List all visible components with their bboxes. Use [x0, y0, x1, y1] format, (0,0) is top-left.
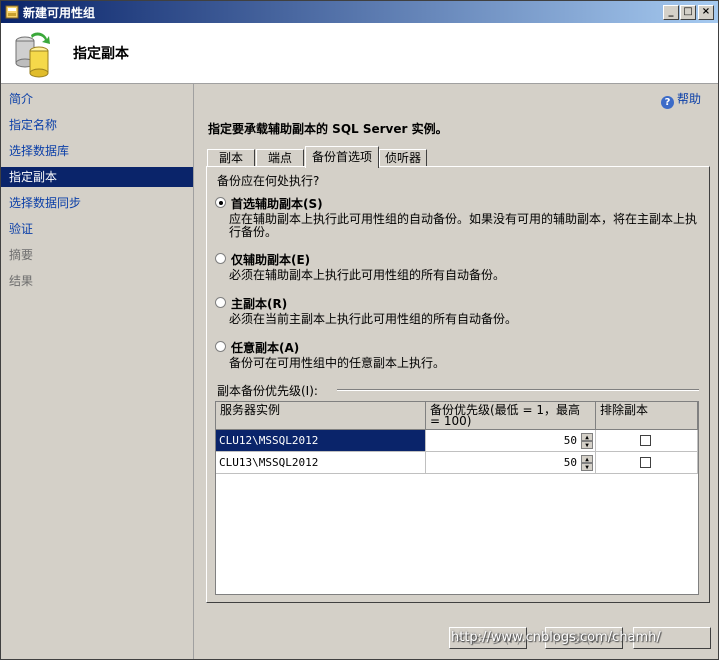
window-title: 新建可用性组 — [23, 6, 96, 20]
nav-item-data-sync[interactable]: 选择数据同步 — [1, 193, 193, 213]
instruction-text: 指定要承载辅助副本的 SQL Server 实例。 — [208, 122, 448, 136]
table-row[interactable]: CLU12\MSSQL2012 50 ▲ ▼ — [216, 430, 698, 452]
nav-item-summary: 摘要 — [9, 248, 34, 262]
priority-cell[interactable]: 50 ▲ ▼ — [426, 452, 596, 474]
app-icon — [5, 5, 19, 19]
nav-item-specify-replicas[interactable]: 指定副本 — [1, 167, 193, 187]
close-button[interactable]: × — [698, 5, 714, 20]
help-label: 帮助 — [677, 92, 702, 106]
column-header-exclude[interactable]: 排除副本 — [596, 402, 698, 430]
any-replica-desc: 备份可在可用性组中的任意副本上执行。 — [229, 356, 446, 370]
wizard-window: 新建可用性组 _ □ × 指定副本 简介 指定名称 选择数据库 指定副本 选择数… — [0, 0, 719, 660]
exclude-checkbox[interactable] — [640, 457, 651, 468]
primary-desc: 必须在当前主副本上执行此可用性组的所有自动备份。 — [229, 312, 518, 326]
wizard-banner: 指定副本 — [1, 23, 718, 84]
help-icon: ? — [661, 96, 674, 109]
secondary-only-radio[interactable] — [215, 253, 226, 264]
tab-replicas[interactable]: 副本 — [207, 149, 255, 167]
page-title: 指定副本 — [73, 46, 129, 62]
table-row[interactable]: CLU13\MSSQL2012 50 ▲ ▼ — [216, 452, 698, 474]
priority-value: 50 — [563, 434, 577, 447]
exclude-checkbox[interactable] — [640, 435, 651, 446]
column-header-instance[interactable]: 服务器实例 — [216, 402, 426, 430]
prefer-secondary-desc: 应在辅助副本上执行此可用性组的自动备份。如果没有可用的辅助副本，将在主副本上执行… — [229, 212, 698, 239]
title-bar[interactable]: 新建可用性组 _ □ × — [1, 1, 718, 23]
exclude-cell — [596, 430, 698, 452]
priority-cell[interactable]: 50 ▲ ▼ — [426, 430, 596, 452]
priority-spinner[interactable]: ▲ ▼ — [581, 433, 593, 449]
backup-preferences-panel: 备份应在何处执行? 首选辅助副本(S) 应在辅助副本上执行此可用性组的自动备份。… — [206, 166, 710, 603]
section-divider — [337, 389, 699, 391]
nav-item-intro[interactable]: 简介 — [1, 89, 193, 109]
maximize-button[interactable]: □ — [680, 5, 696, 20]
replica-priority-grid[interactable]: 服务器实例 备份优先级(最低 = 1，最高 = 100) 排除副本 CLU12\… — [215, 401, 699, 595]
tab-backup-preferences[interactable]: 备份首选项 — [305, 146, 379, 168]
secondary-only-label: 仅辅助副本(E) — [231, 253, 311, 267]
priority-value: 50 — [563, 456, 577, 469]
watermark-text: http://www.cnblogs.com/chamh/ — [451, 630, 661, 645]
nav-item-specify-name[interactable]: 指定名称 — [1, 115, 193, 135]
nav-item-select-databases[interactable]: 选择数据库 — [1, 141, 193, 161]
minimize-button[interactable]: _ — [663, 5, 679, 20]
spin-down-icon[interactable]: ▼ — [581, 463, 593, 471]
priority-section-label: 副本备份优先级(I): — [217, 384, 318, 398]
tab-endpoints[interactable]: 端点 — [256, 149, 304, 167]
exclude-cell — [596, 452, 698, 474]
primary-radio[interactable] — [215, 297, 226, 308]
prefer-secondary-radio[interactable] — [215, 197, 226, 208]
column-header-priority[interactable]: 备份优先级(最低 = 1，最高 = 100) — [426, 402, 596, 430]
instance-cell[interactable]: CLU12\MSSQL2012 — [216, 430, 426, 452]
any-replica-label: 任意副本(A) — [231, 341, 300, 355]
instance-cell[interactable]: CLU13\MSSQL2012 — [216, 452, 426, 474]
database-icon — [15, 32, 50, 78]
priority-spinner[interactable]: ▲ ▼ — [581, 455, 593, 471]
backup-question: 备份应在何处执行? — [217, 174, 320, 188]
help-link[interactable]: ? 帮助 — [661, 90, 701, 109]
wizard-nav: 简介 指定名称 选择数据库 指定副本 选择数据同步 验证 摘要 结果 — [1, 84, 194, 659]
secondary-only-desc: 必须在辅助副本上执行此可用性组的所有自动备份。 — [229, 268, 506, 282]
spin-down-icon[interactable]: ▼ — [581, 441, 593, 449]
spin-up-icon[interactable]: ▲ — [581, 455, 593, 463]
prefer-secondary-label: 首选辅助副本(S) — [231, 197, 323, 211]
nav-item-results: 结果 — [9, 274, 34, 288]
any-replica-radio[interactable] — [215, 341, 226, 352]
tab-listener[interactable]: 侦听器 — [379, 149, 427, 167]
nav-item-validation[interactable]: 验证 — [1, 219, 193, 239]
spin-up-icon[interactable]: ▲ — [581, 433, 593, 441]
primary-label: 主副本(R) — [231, 297, 288, 311]
